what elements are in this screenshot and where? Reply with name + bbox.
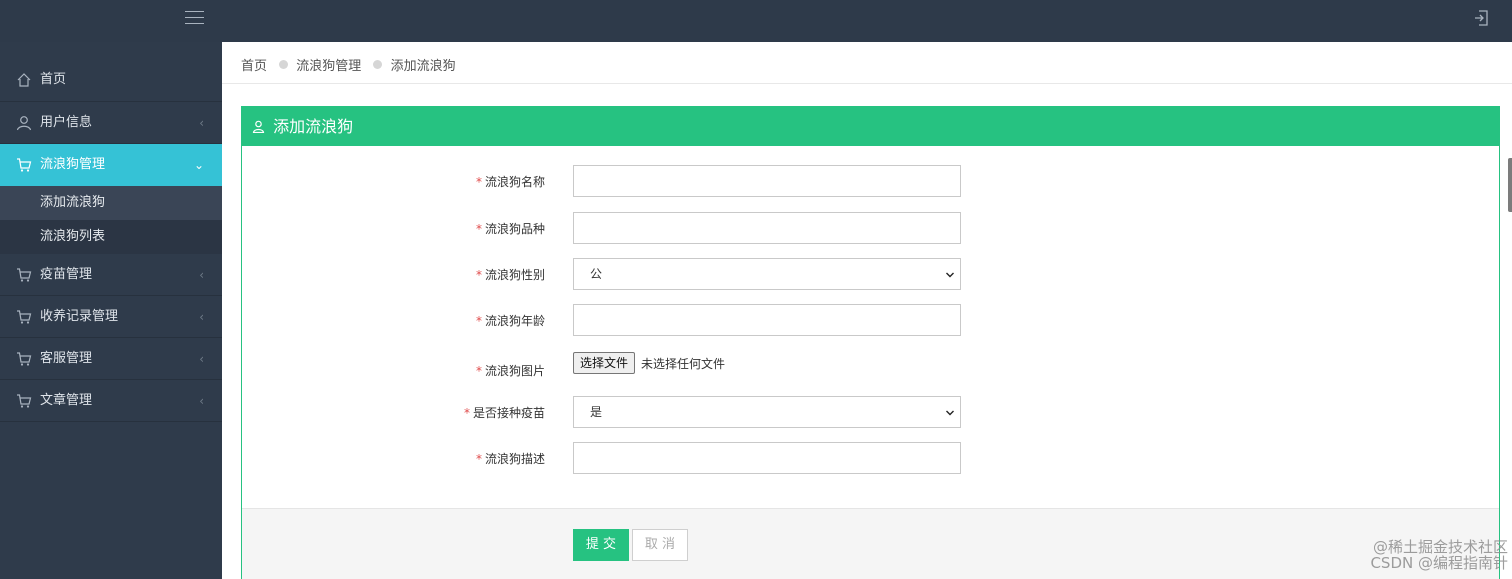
logout-icon[interactable] [1472, 9, 1490, 27]
sidebar-item-label: 首页 [40, 72, 67, 87]
form-row-image: * 流浪狗图片 选择文件 未选择任何文件 [242, 352, 1499, 384]
form-row-vaccinated: * 是否接种疫苗 是 [242, 396, 1499, 428]
chevron-down-icon [946, 410, 954, 416]
submenu-item-add-dog[interactable]: 添加流浪狗 [0, 186, 222, 220]
required-mark: * [475, 222, 482, 236]
submenu-item-dog-list[interactable]: 流浪狗列表 [0, 220, 222, 254]
sidebar-item-adoption[interactable]: 收养记录管理 ‹ [0, 296, 222, 338]
add-dog-card: 添加流浪狗 * 流浪狗名称 * 流浪狗品种 * 流浪狗性别 公 * 流浪狗年龄 * 流浪狗… [241, 106, 1500, 579]
sidebar-item-customer-service[interactable]: 客服管理 ‹ [0, 338, 222, 380]
sidebar-item-label: 客服管理 [40, 351, 93, 366]
required-mark: * [475, 364, 482, 378]
sidebar-item-articles[interactable]: 文章管理 ‹ [0, 380, 222, 422]
user-icon [252, 120, 265, 133]
dog-description-input[interactable] [573, 442, 961, 474]
form-actions: 提 交 取 消 [242, 508, 1499, 579]
dog-age-input[interactable] [573, 304, 961, 336]
form-row-name: * 流浪狗名称 [242, 165, 1499, 197]
cart-icon [17, 158, 32, 172]
card-title: 添加流浪狗 [273, 117, 354, 136]
breadcrumb-separator-icon [373, 60, 383, 69]
file-status-text: 未选择任何文件 [641, 357, 726, 371]
cart-icon [17, 268, 32, 282]
sidebar-item-vaccine[interactable]: 疫苗管理 ‹ [0, 254, 222, 296]
top-bar [0, 0, 1512, 42]
scrollbar[interactable] [1508, 158, 1512, 212]
sidebar: 首页 用户信息 ‹ 流浪狗管理 ⌄ 添加流浪狗 流浪狗列表 疫苗管理 ‹ 收养记… [0, 42, 222, 579]
breadcrumb-home[interactable]: 首页 [241, 59, 267, 74]
form-row-breed: * 流浪狗品种 [242, 212, 1499, 244]
sidebar-item-dog-management[interactable]: 流浪狗管理 ⌄ [0, 144, 222, 186]
vaccinated-select[interactable]: 是 [573, 396, 961, 428]
form-row-age: * 流浪狗年龄 [242, 304, 1499, 336]
chevron-left-icon: ‹ [199, 394, 204, 408]
sidebar-item-user-info[interactable]: 用户信息 ‹ [0, 102, 222, 144]
dog-breed-input[interactable] [573, 212, 961, 244]
form-row-gender: * 流浪狗性别 公 [242, 258, 1499, 290]
select-value: 是 [590, 405, 603, 419]
watermark-line: @稀土掘金技术社区 [1372, 538, 1508, 556]
chevron-down-icon: ⌄ [193, 158, 204, 172]
watermark: @稀土掘金技术社区 CSDN @编程指南针 [1370, 539, 1508, 571]
chevron-left-icon: ‹ [199, 352, 204, 366]
sidebar-item-label: 收养记录管理 [40, 309, 119, 324]
sidebar-item-label: 流浪狗管理 [40, 157, 106, 172]
hamburger-icon[interactable] [185, 11, 204, 25]
submit-button[interactable]: 提 交 [573, 529, 629, 561]
card-header: 添加流浪狗 [242, 107, 1499, 146]
breadcrumb: 首页 流浪狗管理 添加流浪狗 [241, 55, 456, 74]
field-label: * 流浪狗性别 [475, 268, 545, 282]
breadcrumb-section[interactable]: 流浪狗管理 [296, 59, 361, 74]
field-label: * 流浪狗名称 [475, 175, 545, 189]
form-row-description: * 流浪狗描述 [242, 442, 1499, 474]
breadcrumb-current: 添加流浪狗 [390, 59, 456, 74]
required-mark: * [475, 314, 482, 328]
required-mark: * [475, 452, 482, 466]
field-label: * 流浪狗描述 [475, 452, 545, 466]
cancel-button[interactable]: 取 消 [632, 529, 688, 561]
field-label: * 是否接种疫苗 [463, 406, 545, 420]
field-label: * 流浪狗图片 [475, 364, 545, 378]
watermark-line: CSDN @编程指南针 [1370, 554, 1508, 572]
sidebar-item-label: 文章管理 [40, 393, 93, 408]
required-mark: * [463, 406, 470, 420]
choose-file-button[interactable]: 选择文件 [573, 352, 636, 374]
user-icon [16, 116, 32, 131]
required-mark: * [475, 175, 482, 189]
dog-name-input[interactable] [573, 165, 961, 197]
field-label: * 流浪狗年龄 [475, 314, 545, 328]
select-value: 公 [590, 267, 603, 281]
breadcrumb-bar: 首页 流浪狗管理 添加流浪狗 [222, 42, 1512, 84]
field-label: * 流浪狗品种 [475, 222, 545, 236]
breadcrumb-separator-icon [279, 60, 289, 69]
cart-icon [17, 352, 32, 366]
chevron-left-icon: ‹ [199, 116, 204, 130]
home-icon [17, 73, 31, 87]
chevron-left-icon: ‹ [199, 310, 204, 324]
sidebar-submenu: 添加流浪狗 流浪狗列表 [0, 186, 222, 254]
dog-gender-select[interactable]: 公 [573, 258, 961, 290]
required-mark: * [475, 268, 482, 282]
chevron-down-icon [946, 272, 954, 278]
cart-icon [17, 310, 32, 324]
sidebar-item-label: 用户信息 [40, 115, 93, 130]
sidebar-item-home[interactable]: 首页 [0, 42, 222, 102]
chevron-left-icon: ‹ [199, 268, 204, 282]
sidebar-item-label: 疫苗管理 [40, 267, 93, 282]
cart-icon [17, 394, 32, 408]
